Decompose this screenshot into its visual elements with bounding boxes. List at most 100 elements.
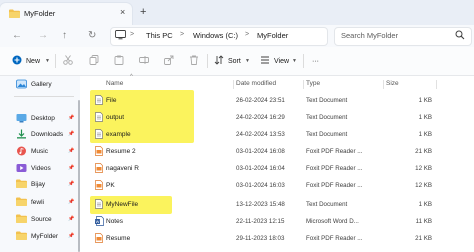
sort-indicator-icon: ^ <box>130 74 133 80</box>
share-icon[interactable] <box>164 55 174 65</box>
file-row[interactable]: Resume 2 03-01-2024 16:08 Foxit PDF Read… <box>90 145 474 159</box>
file-name: nagaveni R <box>106 165 139 172</box>
pdf-file-icon <box>95 146 103 156</box>
file-name: example <box>106 131 131 138</box>
breadcrumb-windows-c[interactable]: Windows (C:) <box>193 31 238 40</box>
file-type: Text Document <box>306 97 348 104</box>
column-divider[interactable] <box>303 80 304 89</box>
pin-icon: 📌 <box>68 115 75 121</box>
file-size: 1 KB <box>418 114 432 121</box>
sort-button[interactable]: Sort <box>228 58 241 65</box>
gallery-icon <box>16 79 27 89</box>
back-icon[interactable]: ← <box>12 31 22 41</box>
divider <box>207 54 208 68</box>
file-type: Foxit PDF Reader ... <box>306 148 363 155</box>
pin-icon: 📌 <box>68 181 75 187</box>
file-size: 12 KB <box>415 182 432 189</box>
sidebar-scrollbar[interactable] <box>78 100 80 252</box>
file-row[interactable]: PK 03-01-2024 16:03 Foxit PDF Reader ...… <box>90 179 474 193</box>
file-date: 26-02-2024 23:51 <box>236 97 285 104</box>
file-row[interactable]: File 26-02-2024 23:51 Text Document 1 KB <box>90 94 474 108</box>
column-divider[interactable] <box>436 80 437 89</box>
file-size: 1 KB <box>418 131 432 138</box>
cut-icon[interactable] <box>63 55 73 65</box>
view-button[interactable]: View <box>274 58 289 65</box>
folder-icon <box>16 179 27 188</box>
sidebar-item-music[interactable]: Music 📌 <box>16 145 76 159</box>
file-type: Foxit PDF Reader ... <box>306 235 363 242</box>
column-header-name[interactable]: Name <box>106 80 123 87</box>
file-type: Foxit PDF Reader ... <box>306 165 363 172</box>
file-row[interactable]: nagaveni R 03-01-2024 16:04 Foxit PDF Re… <box>90 162 474 176</box>
refresh-icon[interactable]: ↻ <box>88 31 96 41</box>
rename-icon[interactable] <box>139 55 149 65</box>
divider <box>55 54 56 68</box>
file-name: File <box>106 97 117 104</box>
column-header-date[interactable]: Date modified <box>236 80 276 87</box>
text-file-icon <box>95 129 103 139</box>
new-icon[interactable] <box>12 55 22 65</box>
sidebar-item-myfolder[interactable]: MyFolder 📌 <box>16 230 76 244</box>
monitor-icon <box>115 30 126 40</box>
sidebar-item-bijay[interactable]: Bijay 📌 <box>16 178 76 192</box>
sidebar-item-label: Downloads <box>31 131 64 138</box>
file-name: Resume 2 <box>106 148 136 155</box>
breadcrumb-this-pc[interactable]: This PC <box>146 31 173 40</box>
column-divider[interactable] <box>383 80 384 89</box>
file-row[interactable]: output 24-02-2024 16:29 Text Document 1 … <box>90 111 474 125</box>
new-button[interactable]: New <box>26 58 40 65</box>
sidebar-item-fewli[interactable]: fewli 📌 <box>16 196 76 210</box>
text-file-icon <box>95 95 103 105</box>
tab-title: MyFolder <box>24 9 56 18</box>
copy-icon[interactable] <box>89 55 99 65</box>
breadcrumb-myfolder[interactable]: MyFolder <box>257 31 288 40</box>
sidebar-item-source[interactable]: Source 📌 <box>16 213 76 227</box>
file-size: 21 KB <box>415 235 432 242</box>
search-placeholder: Search MyFolder <box>341 31 399 40</box>
desktop-icon <box>16 113 27 123</box>
tab-close-icon[interactable]: × <box>120 8 125 17</box>
file-size: 11 KB <box>415 218 432 225</box>
sort-icon[interactable] <box>214 55 224 65</box>
breadcrumb-separator: > <box>180 31 185 38</box>
up-icon[interactable]: ↑ <box>62 31 67 41</box>
file-size: 21 KB <box>415 148 432 155</box>
sidebar-item-desktop[interactable]: Desktop 📌 <box>16 112 76 126</box>
column-header-type[interactable]: Type <box>306 80 320 87</box>
word-file-icon: W <box>95 216 104 226</box>
file-row[interactable]: W Notes 22-11-2023 12:15 Microsoft Word … <box>90 215 474 229</box>
delete-icon[interactable] <box>189 55 199 65</box>
file-date: 24-02-2024 16:29 <box>236 114 285 121</box>
forward-icon[interactable]: → <box>38 31 48 41</box>
file-type: Microsoft Word D... <box>306 218 359 225</box>
sidebar-item-label: Desktop <box>31 115 55 122</box>
search-icon[interactable] <box>455 30 465 40</box>
pin-icon: 📌 <box>68 131 75 137</box>
file-date: 22-11-2023 12:15 <box>236 218 285 225</box>
sidebar-item-gallery[interactable]: Gallery <box>16 78 76 92</box>
new-tab-icon[interactable]: + <box>140 7 146 18</box>
column-header-size[interactable]: Size <box>386 80 399 87</box>
file-row[interactable]: MyNewFile 13-12-2023 15:48 Text Document… <box>90 198 474 212</box>
videos-icon <box>16 163 27 173</box>
text-file-icon <box>95 199 103 209</box>
file-date: 03-01-2024 16:03 <box>236 182 285 189</box>
file-row[interactable]: example 24-02-2024 13:53 Text Document 1… <box>90 128 474 142</box>
paste-icon[interactable] <box>114 55 124 65</box>
file-name: Resume <box>106 235 131 242</box>
folder-icon <box>9 9 20 18</box>
file-type: Foxit PDF Reader ... <box>306 182 363 189</box>
pin-icon: 📌 <box>68 148 75 154</box>
pdf-file-icon <box>95 163 103 173</box>
column-divider[interactable] <box>233 80 234 89</box>
file-row[interactable]: Resume 29-11-2023 18:03 Foxit PDF Reader… <box>90 232 474 246</box>
more-options-button[interactable]: ··· <box>312 58 319 65</box>
file-date: 03-01-2024 16:04 <box>236 165 285 172</box>
breadcrumb-separator: > <box>130 31 135 38</box>
sidebar-item-downloads[interactable]: Downloads 📌 <box>16 128 76 142</box>
view-icon[interactable] <box>260 55 270 65</box>
sidebar-item-label: Music <box>31 148 48 155</box>
sidebar-item-videos[interactable]: Videos 📌 <box>16 162 76 176</box>
downloads-icon <box>16 129 27 139</box>
pin-icon: 📌 <box>68 199 75 205</box>
